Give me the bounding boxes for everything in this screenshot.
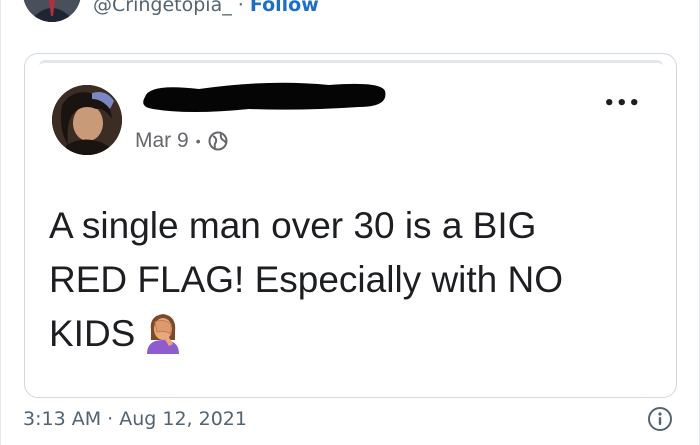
redacted-name [119,77,389,117]
post-meta: Mar 9 • [135,129,228,153]
tweet-header: @Cringetopia_ · Follow [93,0,319,17]
poster-avatar [52,85,122,155]
post-date: Mar 9 [135,129,189,152]
post-text-line: KIDS [49,313,136,354]
user-handle[interactable]: @Cringetopia_ [93,0,232,16]
user-avatar[interactable] [23,0,81,22]
post-body: A single man over 30 is a BIG RED FLAG! … [49,199,649,361]
more-options-button[interactable]: ••• [603,93,641,114]
post-text-line: A single man over 30 is a BIG [49,205,537,246]
facebook-post-screenshot: Mar 9 • ••• A single man over 30 is a BI… [39,60,663,395]
info-icon[interactable] [647,406,673,432]
post-text-line: RED FLAG! Especially with NO [49,259,564,300]
follow-button[interactable]: Follow [250,0,319,16]
tweet-media[interactable]: Mar 9 • ••• A single man over 30 is a BI… [24,53,677,398]
post-text-line-last: KIDS [49,307,649,361]
tweet-card: @Cringetopia_ · Follow Mar 9 • ••• A sin… [0,0,700,445]
facepalm-emoji-icon [141,310,185,356]
header-separator: · [237,0,244,16]
globe-icon [208,131,228,151]
tweet-timestamp[interactable]: 3:13 AM · Aug 12, 2021 [23,408,247,430]
meta-separator: • [195,133,201,149]
